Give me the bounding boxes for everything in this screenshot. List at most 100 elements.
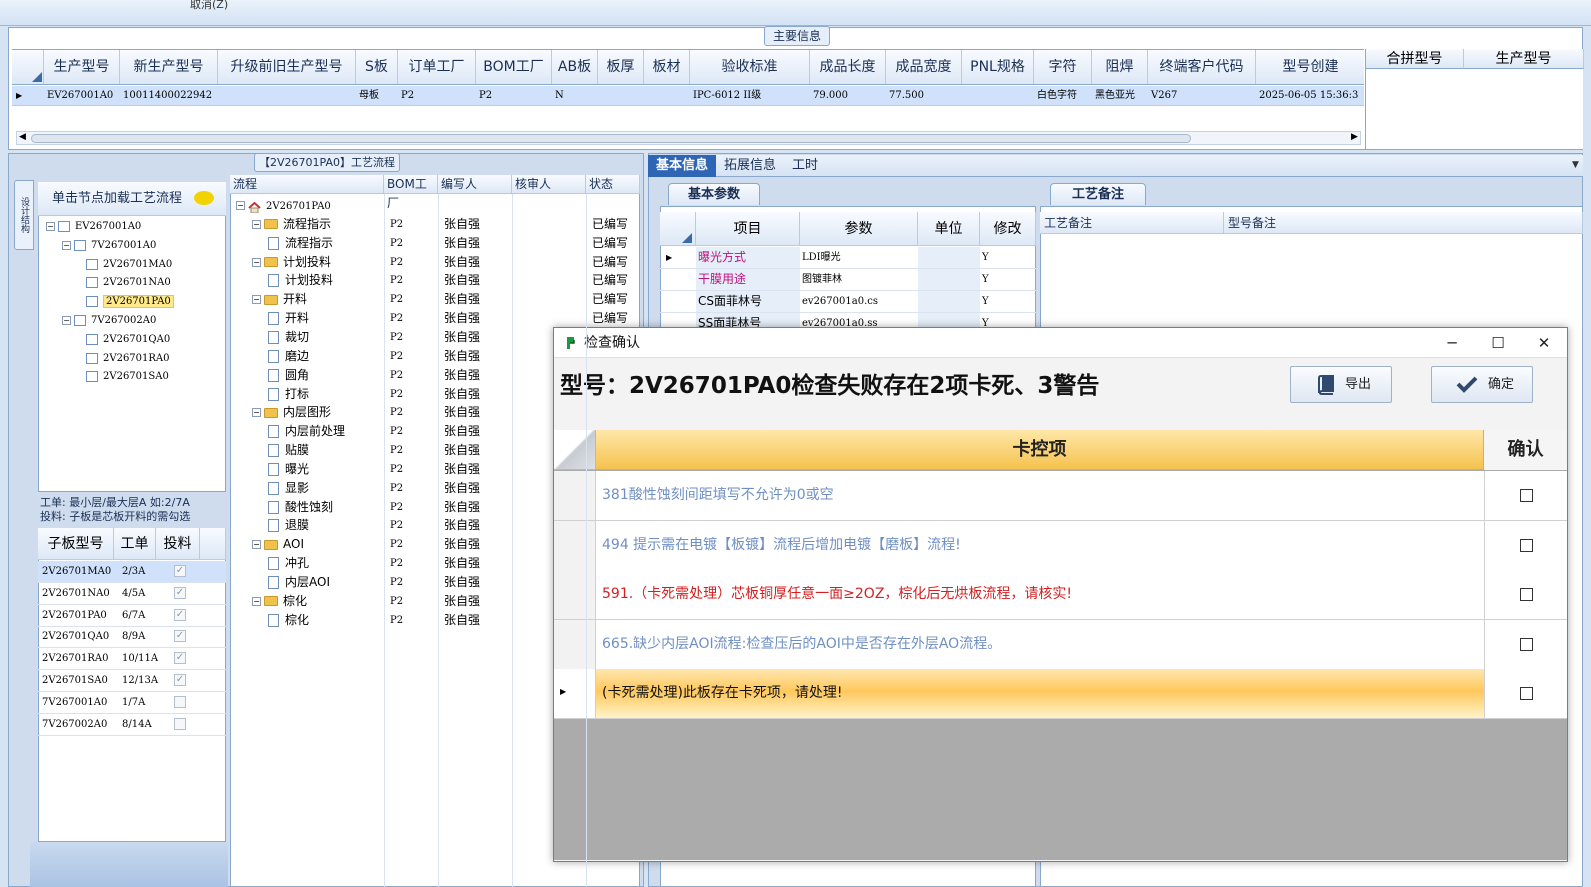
export-button[interactable]: 导出 — [1290, 366, 1392, 403]
main-col-header[interactable]: PNL规格 — [962, 50, 1034, 84]
main-col-header[interactable]: 板厚 — [598, 50, 644, 84]
sub-col-header[interactable]: 工单 — [114, 528, 156, 560]
feed-checkbox[interactable]: ✓ — [174, 608, 186, 621]
feed-checkbox[interactable] — [174, 717, 186, 730]
basic-col-header[interactable]: 修改 — [980, 212, 1036, 246]
feed-checkbox[interactable]: ✓ — [174, 630, 186, 643]
feed-checkbox[interactable]: ✓ — [174, 674, 186, 686]
main-row-cell[interactable]: 79.000 — [810, 86, 886, 105]
expand-toggle-icon[interactable]: − — [252, 219, 261, 229]
tree-node[interactable]: 2V26701RA0 — [86, 350, 170, 367]
param-unit[interactable] — [918, 269, 980, 290]
main-col-header[interactable]: 成品宽度 — [886, 50, 962, 84]
row-selector[interactable] — [554, 619, 596, 669]
row-selector[interactable] — [554, 520, 596, 570]
confirm-checkbox[interactable] — [1520, 687, 1533, 700]
main-row-cell[interactable]: V267 — [1148, 86, 1256, 105]
flow-col-header[interactable]: BOM工厂 — [384, 175, 438, 210]
main-col-header[interactable]: 新生产型号 — [120, 50, 218, 84]
row-selector[interactable] — [554, 570, 596, 619]
scroll-thumb[interactable] — [31, 134, 1191, 143]
param-modify[interactable]: Y — [980, 291, 1036, 312]
param-modify[interactable]: Y — [980, 247, 1036, 268]
main-col-header[interactable]: 成品长度 — [810, 50, 886, 84]
basic-param-row[interactable]: ▶ 曝光方式 LDI曝光 Y — [660, 247, 1036, 269]
expand-toggle-icon[interactable]: − — [252, 596, 261, 606]
row-selector[interactable]: ▶ — [554, 669, 596, 718]
confirm-cell[interactable] — [1484, 669, 1567, 718]
confirm-cell[interactable] — [1484, 471, 1567, 520]
close-button[interactable]: ✕ — [1521, 328, 1567, 358]
main-col-header[interactable]: 型号创建 — [1256, 50, 1366, 84]
flow-row[interactable]: 开料 P2 张自强 已编写 — [230, 309, 640, 328]
flow-row[interactable]: 流程指示 P2 张自强 已编写 — [230, 234, 640, 253]
main-info-row[interactable]: ▶ EV267001A0 10011400022942 母板 P2 P2 N IPC-6012… — [12, 86, 1364, 106]
merge-col-header[interactable]: 合拼型号 — [1366, 49, 1464, 69]
confirm-checkbox[interactable] — [1520, 489, 1533, 502]
feed-checkbox[interactable]: ✓ — [174, 586, 186, 599]
confirm-cell[interactable] — [1484, 619, 1567, 669]
confirm-cell[interactable] — [1484, 570, 1567, 619]
main-info-scrollbar[interactable]: ◀ ▶ — [16, 131, 1361, 145]
tree-node[interactable]: 2V26701NA0 — [86, 274, 171, 291]
param-modify[interactable]: Y — [980, 269, 1036, 290]
tree-node[interactable]: − EV267001A0 — [46, 218, 141, 235]
confirm-checkbox[interactable] — [1520, 538, 1533, 552]
confirm-checkbox[interactable] — [1520, 588, 1533, 601]
sub-board-row[interactable]: 2V26701NA0 4/5A ✓ — [38, 583, 226, 605]
main-row-cell[interactable]: 10011400022942 — [120, 86, 218, 105]
tree-node[interactable]: − 7V267002A0 — [62, 312, 156, 329]
check-item-row[interactable]: 381酸性蚀刻间距填写不允许为0或空 — [554, 471, 1567, 521]
flow-col-header[interactable]: 核审人 — [512, 175, 586, 194]
flow-col-header[interactable]: 编写人 — [438, 175, 512, 194]
tree-node[interactable]: 2V26701QA0 — [86, 331, 170, 348]
basic-param-row[interactable]: CS面菲林号 ev267001a0.cs Y — [660, 291, 1036, 313]
sub-board-row[interactable]: 2V26701MA0 2/3A ✓ — [38, 561, 226, 583]
main-row-cell[interactable]: 白色字符 — [1034, 86, 1092, 105]
dialog-titlebar[interactable]: 检查确认 ─ ☐ ✕ — [554, 328, 1567, 358]
basic-param-row[interactable]: 干膜用途 图镀菲林 Y — [660, 269, 1036, 291]
main-col-header[interactable]: 终端客户代码 — [1148, 50, 1256, 84]
tab-extended[interactable]: 拓展信息 — [716, 155, 784, 177]
comment-icon[interactable] — [194, 191, 214, 205]
main-row-cell[interactable]: N — [552, 86, 598, 105]
param-value[interactable]: LDI曝光 — [800, 247, 918, 268]
tree-node[interactable]: 2V26701SA0 — [86, 368, 169, 385]
check-item-row[interactable]: 494 提示需在电镀【板镀】流程后增加电镀【磨板】流程! — [554, 520, 1567, 571]
expand-toggle-icon[interactable]: − — [252, 540, 261, 550]
param-unit[interactable] — [918, 247, 980, 268]
expand-toggle-icon[interactable]: − — [62, 316, 71, 325]
scroll-right-icon[interactable]: ▶ — [1351, 132, 1358, 142]
tab-hours[interactable]: 工时 — [784, 155, 826, 177]
main-col-header[interactable]: 板材 — [644, 50, 690, 84]
sub-col-header[interactable]: 投料 — [156, 528, 200, 560]
sub-board-row[interactable]: 2V26701RA0 10/11A ✓ — [38, 648, 226, 671]
scroll-left-icon[interactable]: ◀ — [19, 132, 26, 142]
select-all-corner[interactable] — [554, 430, 596, 470]
basic-col-header[interactable]: 参数 — [800, 212, 918, 246]
row-selector[interactable] — [554, 471, 596, 520]
tree-node[interactable]: − 7V267001A0 — [62, 237, 156, 254]
remark-tab[interactable]: 工艺备注 — [1050, 183, 1146, 205]
flow-col-header[interactable]: 流程 — [230, 175, 384, 194]
main-row-cell[interactable]: IPC-6012 II级 — [690, 86, 810, 105]
sub-board-row[interactable]: 2V26701QA0 8/9A ✓ — [38, 626, 226, 649]
flow-row[interactable]: − 流程指示 P2 张自强 已编写 — [230, 215, 640, 234]
design-structure-tab[interactable]: 设计结构 — [14, 180, 34, 250]
main-col-header[interactable]: 升级前旧生产型号 — [218, 50, 356, 84]
maximize-button[interactable]: ☐ — [1475, 328, 1521, 358]
main-row-cell[interactable]: EV267001A0 — [44, 86, 120, 105]
param-unit[interactable] — [918, 291, 980, 312]
feed-checkbox[interactable]: ✓ — [174, 652, 186, 665]
confirm-cell[interactable] — [1484, 520, 1567, 570]
ok-button[interactable]: 确定 — [1431, 366, 1533, 403]
main-row-cell[interactable] — [962, 86, 1034, 105]
main-row-cell[interactable]: P2 — [476, 86, 552, 105]
expand-toggle-icon[interactable]: − — [252, 295, 261, 305]
main-col-header[interactable]: 生产型号 — [44, 50, 120, 84]
sub-board-row[interactable]: 7V267002A0 8/14A — [38, 714, 226, 736]
main-row-cell[interactable]: 黑色亚光 — [1092, 86, 1148, 105]
main-row-cell[interactable] — [598, 86, 644, 105]
tree-node[interactable]: 2V26701MA0 — [86, 256, 172, 273]
expand-toggle-icon[interactable]: − — [252, 257, 261, 267]
